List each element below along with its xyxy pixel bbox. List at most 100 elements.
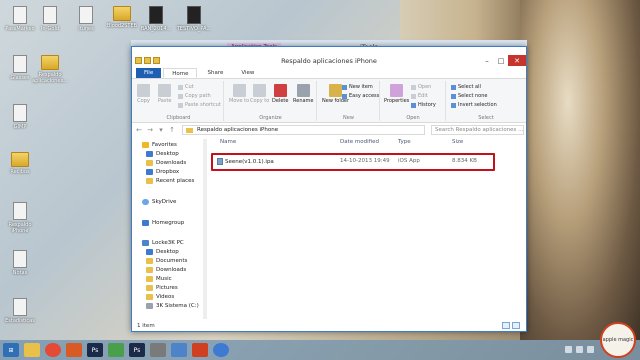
nav-skydrive[interactable]: SkyDrive xyxy=(142,199,176,205)
document-icon xyxy=(43,6,57,24)
column-header-date[interactable]: Date modified xyxy=(340,139,379,145)
tab-view[interactable]: View xyxy=(233,68,262,78)
desktop-icon-respaldo-iphone[interactable]: Respaldo iPhone xyxy=(0,202,40,234)
copy-path-button[interactable]: Copy path xyxy=(178,93,211,99)
back-button[interactable]: ← xyxy=(135,126,143,134)
select-all-button[interactable]: Select all xyxy=(451,84,481,90)
nav-pane-scrollbar[interactable] xyxy=(203,139,207,319)
new-group: New folder New item Easy access New xyxy=(318,81,380,121)
volume-icon[interactable] xyxy=(587,346,594,353)
delete-button[interactable]: Delete xyxy=(272,84,288,104)
media-taskbar-icon[interactable] xyxy=(108,343,124,357)
organize-group: Move to Copy to Delete Rename Organize xyxy=(225,81,317,121)
copy-icon xyxy=(137,84,150,97)
itunes-taskbar-icon[interactable] xyxy=(171,343,187,357)
cloud-icon xyxy=(142,199,149,205)
nav-homegroup[interactable]: Homegroup xyxy=(142,220,184,226)
videos-icon xyxy=(146,294,153,300)
select-none-button[interactable]: Select none xyxy=(451,93,488,99)
document-icon xyxy=(79,6,93,24)
properties-button[interactable]: Properties xyxy=(384,84,409,104)
rename-button[interactable]: Rename xyxy=(293,84,314,104)
document-icon xyxy=(13,104,27,122)
close-button[interactable]: ✕ xyxy=(508,55,526,66)
address-path[interactable]: Respaldo aplicaciones iPhone xyxy=(182,125,425,135)
tray-arrow-icon[interactable] xyxy=(565,346,572,353)
column-header-size[interactable]: Size xyxy=(452,139,463,145)
desktop-icon-itunes[interactable]: Itunes xyxy=(66,6,106,32)
desktop-icon-ingold[interactable]: In-Gold xyxy=(30,6,70,32)
nav-item-recent-places[interactable]: Recent places xyxy=(146,178,194,184)
drive-icon xyxy=(146,303,153,309)
chrome-taskbar-icon[interactable] xyxy=(45,343,61,357)
select-group: Select all Select none Invert selection … xyxy=(447,81,525,121)
nav-item-dropbox[interactable]: Dropbox xyxy=(146,169,179,175)
firefox-taskbar-icon[interactable] xyxy=(66,343,82,357)
recent-locations-button[interactable]: ▾ xyxy=(157,126,165,134)
history-button[interactable]: History xyxy=(411,102,436,108)
clipboard-group-label: Clipboard xyxy=(166,115,191,121)
document-icon xyxy=(13,55,27,73)
nav-item-downloads[interactable]: Downloads xyxy=(146,160,186,166)
maximize-button[interactable]: □ xyxy=(494,55,508,66)
desktop-icon-ban2014[interactable]: BAN_2014... xyxy=(136,6,176,32)
desktop-icon-recibos[interactable]: Recibos xyxy=(0,152,40,175)
copy-to-button[interactable]: Copy to xyxy=(250,84,269,104)
nav-item-pictures[interactable]: Pictures xyxy=(146,285,178,291)
column-header-type[interactable]: Type xyxy=(398,139,411,145)
photoshop-2-taskbar-icon[interactable]: Ps xyxy=(129,343,145,357)
search-input[interactable]: Search Respaldo aplicaciones ... xyxy=(431,125,524,135)
nav-item-documents[interactable]: Documents xyxy=(146,258,187,264)
system-tray xyxy=(565,346,594,353)
nav-favorites[interactable]: Favorites xyxy=(142,142,177,148)
easy-access-button[interactable]: Easy access xyxy=(342,93,379,99)
paste-shortcut-button[interactable]: Paste shortcut xyxy=(178,102,221,108)
desktop-icon-testivo[interactable]: TESTIVO_PA... xyxy=(174,6,214,32)
file-name[interactable]: Seene(v1.0.1).ipa xyxy=(217,158,274,165)
large-icons-view-button[interactable] xyxy=(512,322,520,329)
file-size: 8.834 KB xyxy=(452,158,477,164)
up-button[interactable]: ↑ xyxy=(168,126,176,134)
invert-selection-button[interactable]: Invert selection xyxy=(451,102,497,108)
nav-item-pc-desktop[interactable]: Desktop xyxy=(146,249,179,255)
tab-file[interactable]: File xyxy=(136,68,162,78)
nav-item-drive-c[interactable]: 3K Sistema (C:) xyxy=(146,303,199,309)
tab-home[interactable]: Home xyxy=(163,68,198,78)
new-item-icon xyxy=(342,84,347,90)
cut-button[interactable]: Cut xyxy=(178,84,194,90)
tab-share[interactable]: Share xyxy=(199,68,231,78)
nav-item-videos[interactable]: Videos xyxy=(146,294,174,300)
edit-button[interactable]: Edit xyxy=(411,93,428,99)
desktop-icon-estadisticas[interactable]: Estadísticas xyxy=(0,298,40,324)
network-icon[interactable] xyxy=(576,346,583,353)
app-2-taskbar-icon[interactable] xyxy=(192,343,208,357)
minimize-button[interactable]: – xyxy=(480,55,494,66)
forward-button[interactable]: → xyxy=(146,126,154,134)
paste-button[interactable]: Paste xyxy=(158,84,172,104)
open-button[interactable]: Open xyxy=(411,84,431,90)
new-item-button[interactable]: New item xyxy=(342,84,373,90)
document-icon xyxy=(13,250,27,268)
desktop-icon-notas[interactable]: Notas xyxy=(0,250,40,276)
nav-item-music[interactable]: Music xyxy=(146,276,172,282)
desktop-icon-gimp[interactable]: GIMP xyxy=(0,104,40,130)
app-taskbar-icon[interactable] xyxy=(150,343,166,357)
nav-item-pc-downloads[interactable]: Downloads xyxy=(146,267,186,273)
column-header-name[interactable]: Name xyxy=(220,139,236,145)
copy-button[interactable]: Copy xyxy=(137,84,150,104)
video-icon xyxy=(149,6,163,24)
photoshop-taskbar-icon[interactable]: Ps xyxy=(87,343,103,357)
nav-item-desktop[interactable]: Desktop xyxy=(146,151,179,157)
rename-icon xyxy=(296,84,310,97)
details-view-button[interactable] xyxy=(502,322,510,329)
move-to-button[interactable]: Move to xyxy=(229,84,249,104)
nav-pc[interactable]: Locke3K PC xyxy=(142,240,184,246)
wallpaper-art-top xyxy=(400,0,525,45)
desktop-icon-respaldo-apps[interactable]: Respaldo aplicaciones... xyxy=(30,55,70,84)
status-bar-count: 1 item xyxy=(137,323,155,329)
copy-path-icon xyxy=(178,93,183,99)
file-explorer-taskbar-icon[interactable] xyxy=(24,343,40,357)
corner-logo: apple magic xyxy=(600,322,636,358)
itools-taskbar-icon[interactable] xyxy=(213,343,229,357)
start-button[interactable]: ⊞ xyxy=(3,343,19,357)
